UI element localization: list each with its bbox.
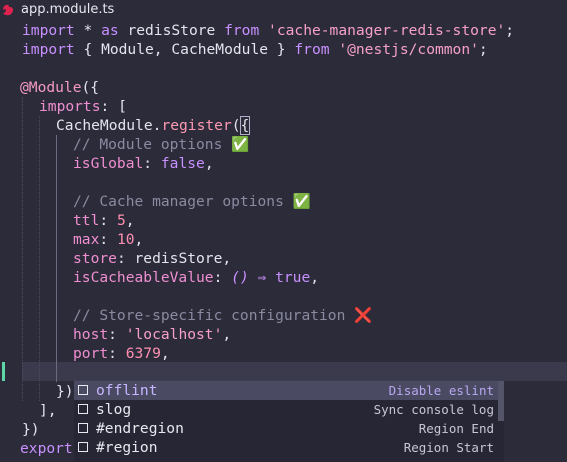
snippet-icon bbox=[78, 423, 88, 433]
code-line: max: 10, bbox=[73, 231, 144, 248]
editor-tab[interactable]: app.module.ts bbox=[0, 0, 567, 21]
check-mark-icon: ✅ bbox=[292, 193, 311, 210]
code-line: // Module options ✅ bbox=[73, 136, 250, 153]
current-line-highlight bbox=[22, 362, 567, 381]
code-line: imports: [ bbox=[39, 98, 127, 115]
snippet-icon bbox=[78, 442, 88, 452]
code-line: export bbox=[20, 440, 73, 457]
tab-title: app.module.ts bbox=[21, 2, 115, 17]
gutter-change-marker bbox=[2, 362, 5, 381]
autocomplete-suggestions[interactable]: offlint Disable eslint slog Sync console… bbox=[74, 380, 504, 462]
code-line: @Module({ bbox=[20, 79, 100, 96]
code-line: port: 6379, bbox=[73, 345, 170, 362]
code-line: // Store-specific configuration ❌ bbox=[73, 307, 373, 324]
matched-bracket: { bbox=[239, 116, 251, 135]
code-line: import { Module, CacheModule } from '@ne… bbox=[22, 41, 488, 58]
indent-guide bbox=[39, 116, 40, 401]
suggestions-scrollbar[interactable] bbox=[498, 381, 504, 421]
code-line: ttl: 5, bbox=[73, 212, 135, 229]
code-line: ], bbox=[39, 402, 57, 419]
code-line: import * as redisStore from 'cache-manag… bbox=[22, 22, 515, 39]
suggestion-item[interactable]: #region Region Start bbox=[74, 438, 504, 457]
cross-mark-icon: ❌ bbox=[354, 307, 373, 324]
code-line: isCacheableValue: () ⇒ true, bbox=[73, 269, 320, 286]
code-line: host: 'localhost', bbox=[73, 326, 232, 343]
code-line: // Cache manager options ✅ bbox=[73, 193, 311, 210]
indent-guide bbox=[22, 97, 23, 401]
code-line: store: redisStore, bbox=[73, 250, 232, 267]
suggestion-item[interactable]: #endregion Region End bbox=[74, 419, 504, 438]
code-line: }) bbox=[22, 421, 40, 438]
code-line: isGlobal: false, bbox=[73, 155, 214, 172]
suggestion-item[interactable]: offlint Disable eslint bbox=[74, 381, 504, 400]
code-line: CacheModule.register({ bbox=[56, 116, 251, 135]
suggestion-item[interactable]: slog Sync console log bbox=[74, 400, 504, 419]
snippet-icon bbox=[78, 404, 88, 414]
indent-guide-active bbox=[56, 135, 57, 382]
nestjs-icon bbox=[3, 4, 14, 16]
code-line: }) bbox=[56, 383, 74, 400]
snippet-icon bbox=[78, 385, 88, 395]
check-mark-icon: ✅ bbox=[231, 136, 250, 153]
